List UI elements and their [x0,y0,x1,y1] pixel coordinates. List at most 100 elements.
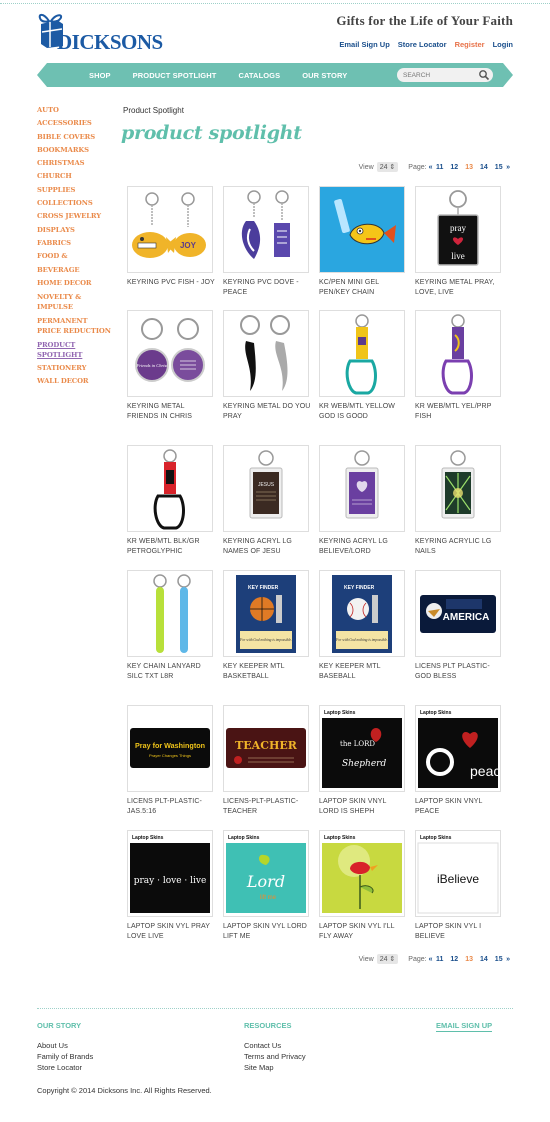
nav-item-shop[interactable]: Shop [89,71,111,80]
sidebar-item-cross-jewelry[interactable]: CROSS JEWELRY [37,210,112,223]
product-name[interactable]: KEY CHAIN LANYARD SILC TXT L8R [127,662,215,682]
product-card[interactable]: KC/PEN MINI GEL PEN/KEY CHAIN [319,186,407,298]
sidebar-item-christmas[interactable]: CHRISTMAS [37,157,112,170]
page-link-12[interactable]: 12 [450,164,458,171]
product-card[interactable]: TEACHER LICENS-PLT-PLASTIC-TEACHER [223,705,311,817]
sidebar-item-bookmarks[interactable]: BOOKMARKS [37,144,112,157]
product-name[interactable]: KEYRING PVC FISH - JOY [127,278,215,288]
email-signup-link[interactable]: Email Sign Up [339,40,389,49]
product-name[interactable]: LICENS PLT-PLASTIC-JAS.5:16 [127,797,215,817]
product-card[interactable]: KEY FINDER For with God nothing is impos… [223,570,311,682]
sidebar-item-stationery[interactable]: STATIONERY [37,362,112,375]
product-name[interactable]: LAPTOP SKIN VNYL LORD IS SHEPH [319,797,407,817]
product-card[interactable]: pray live KEYRING METAL PRAY, LOVE, LIVE [415,186,503,298]
register-link[interactable]: Register [455,40,485,49]
product-card[interactable]: KR WEB/MTL BLK/GR PETROGLYPHIC [127,445,215,557]
per-page-select[interactable]: 24 ⇕ [376,162,399,172]
product-name[interactable]: KC/PEN MINI GEL PEN/KEY CHAIN [319,278,407,298]
sidebar-item-fabrics[interactable]: FABRICS [37,237,112,250]
product-thumbnail[interactable]: Laptop Skins peace [415,705,501,792]
product-name[interactable]: KEYRING METAL FRIENDS IN CHRIS [127,402,215,422]
product-thumbnail[interactable] [415,445,501,532]
product-card[interactable]: Laptop Skins Lord lift me LAPTOP SKIN VY… [223,830,311,942]
sidebar-item-bible-covers[interactable]: BIBLE COVERS [37,131,112,144]
page-link-11[interactable]: 11 [436,164,443,171]
nav-item-product-spotlight[interactable]: Product Spotlight [133,71,217,80]
product-thumbnail[interactable]: Pray for Washington Prayer Changes Thing… [127,705,213,792]
product-thumbnail[interactable] [127,445,213,532]
page-link-11[interactable]: 11 [436,956,443,963]
prev-page-link[interactable]: « [429,164,433,171]
product-thumbnail[interactable] [319,445,405,532]
product-thumbnail[interactable]: KEY FINDER For with God nothing is impos… [223,570,309,657]
sidebar-item-novelty-impulse[interactable]: NOVELTY & IMPULSE [37,290,112,314]
product-card[interactable]: Laptop Skins peace LAPTOP SKIN VNYL PEAC… [415,705,503,817]
search-input[interactable] [403,70,475,80]
store-locator-link[interactable]: Store Locator [398,40,447,49]
product-thumbnail[interactable]: AMERICA [415,570,501,657]
product-card[interactable]: Laptop Skins iBelieve LAPTOP SKIN VYL I … [415,830,503,942]
product-thumbnail[interactable] [319,186,405,273]
product-thumbnail[interactable]: KEY FINDER For with God nothing is impos… [319,570,405,657]
product-name[interactable]: LAPTOP SKIN VYL PRAY LOVE LIVE [127,922,215,942]
sidebar-item-church-supplies[interactable]: CHURCH SUPPLIES [37,170,112,197]
sidebar-item-auto-accessories[interactable]: AUTO ACCESSORIES [37,104,112,131]
product-card[interactable]: KEYRING METAL DO YOU PRAY [223,310,311,422]
product-thumbnail[interactable]: Laptop Skins [319,830,405,917]
product-card[interactable]: Laptop Skins LAPTOP SKIN VYL I'LL FLY AW… [319,830,407,942]
footer-link-about-us[interactable]: About Us [37,1040,93,1051]
product-thumbnail[interactable]: pray live [415,186,501,273]
product-name[interactable]: KEYRING METAL PRAY, LOVE, LIVE [415,278,503,298]
next-page-link[interactable]: » [506,956,510,963]
page-link-14[interactable]: 14 [480,164,488,171]
product-name[interactable]: KEYRING METAL DO YOU PRAY [223,402,311,422]
product-thumbnail[interactable] [319,310,405,397]
footer-link-family-of-brands[interactable]: Family of Brands [37,1051,93,1062]
footer-link-site-map[interactable]: Site Map [244,1062,306,1073]
product-card[interactable]: Pray for Washington Prayer Changes Thing… [127,705,215,817]
product-thumbnail[interactable]: JOY [127,186,213,273]
nav-item-catalogs[interactable]: Catalogs [238,71,280,80]
page-link-12[interactable]: 12 [450,956,458,963]
product-thumbnail[interactable]: TEACHER [223,705,309,792]
product-card[interactable]: KR WEB/MTL YELLOW GOD IS GOOD [319,310,407,422]
product-card[interactable]: Laptop Skins pray · love · live LAPTOP S… [127,830,215,942]
product-name[interactable]: KEY KEEPER MTL BASEBALL [319,662,407,682]
prev-page-link[interactable]: « [429,956,433,963]
product-card[interactable]: Friends in Christ KEYRING METAL FRIENDS … [127,310,215,422]
product-card[interactable]: KEY FINDER For with God nothing is impos… [319,570,407,682]
footer-heading-our-story[interactable]: OUR STORY [37,1021,81,1030]
footer-heading-resources[interactable]: RESOURCES [244,1021,292,1030]
sidebar-item-permanent-price-reduction[interactable]: PERMANENT PRICE REDUCTION [37,314,112,338]
product-name[interactable]: KR WEB/MTL YEL/PRP FISH [415,402,503,422]
footer-link-contact-us[interactable]: Contact Us [244,1040,306,1051]
product-name[interactable]: LAPTOP SKIN VNYL PEACE [415,797,503,817]
dicksons-logo[interactable]: DICKSONS [37,10,163,54]
product-card[interactable]: KEYRING ACRYL LG BELIEVE/LORD [319,445,407,557]
sidebar-item-displays[interactable]: DISPLAYS [37,224,112,237]
footer-link-terms-privacy[interactable]: Terms and Privacy [244,1051,306,1062]
product-card[interactable]: Laptop Skins the LORD Shepherd LAPTOP SK… [319,705,407,817]
sidebar-item-collections[interactable]: COLLECTIONS [37,197,112,210]
page-link-15[interactable]: 15 [495,956,503,963]
product-card[interactable]: KR WEB/MTL YEL/PRP FISH [415,310,503,422]
search-icon[interactable] [477,69,491,81]
product-thumbnail[interactable]: Laptop Skins Lord lift me [223,830,309,917]
footer-email-signup-link[interactable]: EMAIL SIGN UP [436,1021,493,1032]
nav-item-our-story[interactable]: Our Story [302,71,347,80]
page-link-14[interactable]: 14 [480,956,488,963]
product-name[interactable]: KEYRING ACRYL LG BELIEVE/LORD [319,537,407,557]
product-name[interactable]: LAPTOP SKIN VYL I BELIEVE [415,922,503,942]
product-name[interactable]: KR WEB/MTL YELLOW GOD IS GOOD [319,402,407,422]
product-card[interactable]: KEYRING ACRYLIC LG NAILS [415,445,503,557]
login-link[interactable]: Login [493,40,513,49]
product-thumbnail[interactable]: Laptop Skins the LORD Shepherd [319,705,405,792]
product-thumbnail[interactable]: Friends in Christ [127,310,213,397]
product-thumbnail[interactable] [223,186,309,273]
product-name[interactable]: KEYRING PVC DOVE - PEACE [223,278,311,298]
footer-link-store-locator[interactable]: Store Locator [37,1062,93,1073]
product-card[interactable]: KEY CHAIN LANYARD SILC TXT L8R [127,570,215,682]
product-name[interactable]: KEYRING ACRYL LG NAMES OF JESU [223,537,311,557]
product-card[interactable]: AMERICA LICENS PLT PLASTIC-GOD BLESS [415,570,503,682]
product-name[interactable]: KR WEB/MTL BLK/GR PETROGLYPHIC [127,537,215,557]
